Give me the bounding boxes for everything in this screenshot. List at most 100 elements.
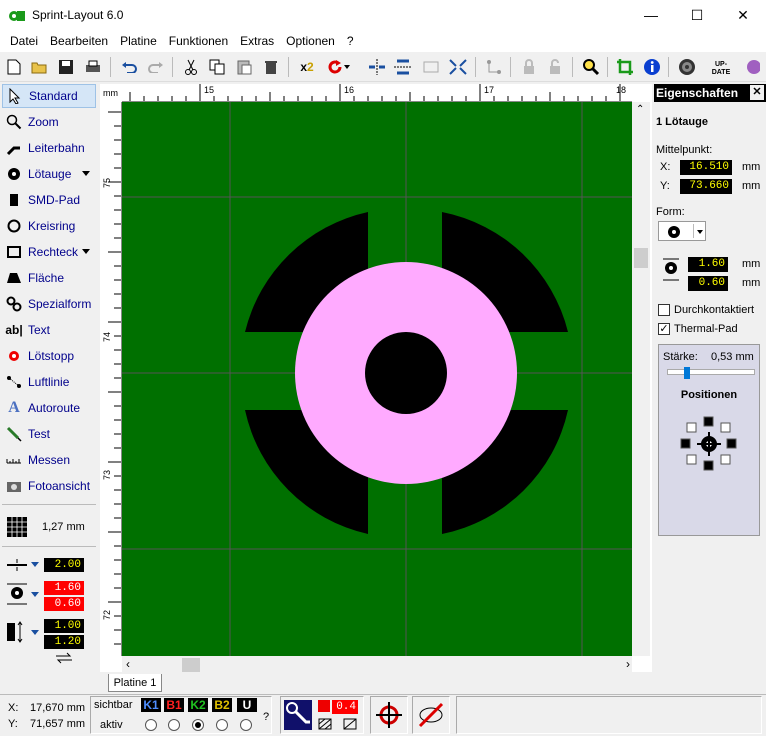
layer-u-radio[interactable]	[240, 719, 252, 731]
hide-airwires-button[interactable]	[412, 696, 450, 734]
mirror-horizontal-button[interactable]	[366, 56, 388, 78]
menu-bearbeiten[interactable]: Bearbeiten	[44, 30, 114, 52]
chevron-down-icon[interactable]	[82, 171, 90, 176]
save-button[interactable]	[55, 56, 77, 78]
slider-thumb[interactable]	[684, 367, 691, 379]
scroll-thumb[interactable]	[634, 248, 648, 268]
positions-selector[interactable]	[679, 415, 739, 473]
pad-outer-field[interactable]: 1.60	[688, 257, 728, 272]
crop-button[interactable]	[614, 56, 636, 78]
scroll-right-icon[interactable]: ›	[626, 657, 630, 671]
menu-extras[interactable]: Extras	[234, 30, 280, 52]
layer-b1-radio[interactable]	[168, 719, 180, 731]
scroll-left-icon[interactable]: ‹	[126, 657, 130, 671]
extra-button[interactable]	[740, 56, 762, 78]
pad-outer-field[interactable]: 1.60	[44, 581, 84, 595]
help-label[interactable]: ?	[263, 711, 269, 723]
delete-button[interactable]	[260, 56, 282, 78]
vertical-scrollbar[interactable]: ⌃	[632, 102, 650, 656]
tool-fotoansicht[interactable]: Fotoansicht	[2, 474, 96, 498]
undo-button[interactable]	[118, 56, 140, 78]
tool-zoom[interactable]: Zoom	[2, 110, 96, 134]
info-button[interactable]	[641, 56, 663, 78]
duplicate-x2-button[interactable]: x2	[296, 56, 318, 78]
tool-test[interactable]: Test	[2, 422, 96, 446]
tool-text[interactable]: ab| Text	[2, 318, 96, 342]
scroll-thumb[interactable]	[182, 658, 200, 672]
layer-k2-toggle[interactable]: K2	[188, 698, 208, 712]
close-button[interactable]: ✕	[720, 0, 766, 30]
open-file-button[interactable]	[28, 56, 50, 78]
track-width-field[interactable]: 2.00	[44, 558, 84, 572]
tool-standard[interactable]: Standard	[2, 84, 96, 108]
menu-funktionen[interactable]: Funktionen	[163, 30, 234, 52]
tool-leiterbahn[interactable]: Leiterbahn	[2, 136, 96, 160]
minimize-button[interactable]: —	[628, 0, 674, 30]
paste-button[interactable]	[233, 56, 255, 78]
x-field[interactable]: 16.510	[680, 160, 732, 175]
strength-slider[interactable]	[667, 367, 755, 379]
pcb-board[interactable]	[122, 102, 632, 656]
layer-u-toggle[interactable]: U	[237, 698, 257, 712]
menu-optionen[interactable]: Optionen	[280, 30, 341, 52]
chevron-down-icon[interactable]	[31, 562, 39, 567]
connection-button[interactable]	[483, 56, 505, 78]
unlock-button[interactable]	[544, 56, 566, 78]
close-icon[interactable]: ✕	[750, 85, 764, 100]
chevron-down-icon[interactable]	[31, 630, 39, 635]
pad-inner-field[interactable]: 0.60	[44, 597, 84, 611]
copy-button[interactable]	[206, 56, 228, 78]
tool-loetstopp[interactable]: Lötstopp	[2, 344, 96, 368]
tool-messen[interactable]: Messen	[2, 448, 96, 472]
tab-platine-1[interactable]: Platine 1	[108, 674, 162, 692]
tool-loetauge[interactable]: Lötauge	[2, 162, 96, 186]
lock-button[interactable]	[518, 56, 540, 78]
menu-datei[interactable]: Datei	[4, 30, 44, 52]
menu-help[interactable]: ?	[341, 30, 360, 52]
tool-spezialform[interactable]: Spezialform	[2, 292, 96, 316]
scroll-up-icon[interactable]: ⌃	[636, 104, 644, 115]
align-button[interactable]	[420, 56, 442, 78]
form-select[interactable]	[658, 221, 706, 241]
library-button[interactable]	[676, 56, 698, 78]
chevron-down-icon[interactable]	[31, 592, 39, 597]
tool-autoroute[interactable]: A Autoroute	[2, 396, 96, 420]
group-button[interactable]	[447, 56, 469, 78]
tool-kreisring[interactable]: Kreisring	[2, 214, 96, 238]
layer-k1-radio[interactable]	[145, 719, 157, 731]
smd-width-field[interactable]: 1.00	[44, 619, 84, 633]
ruler-h-ticks	[129, 84, 621, 101]
zoom-button[interactable]	[580, 56, 602, 78]
tool-flaeche[interactable]: Fläche	[2, 266, 96, 290]
tool-smd-pad[interactable]: SMD-Pad	[2, 188, 96, 212]
print-button[interactable]	[82, 56, 104, 78]
plated-checkbox[interactable]	[658, 304, 670, 316]
thermal-checkbox[interactable]: ✓	[658, 323, 670, 335]
layer-b2-toggle[interactable]: B2	[212, 698, 232, 712]
y-field[interactable]: 73.660	[680, 179, 732, 194]
new-file-button[interactable]	[3, 56, 25, 78]
maximize-button[interactable]: ☐	[674, 0, 720, 30]
update-button[interactable]: UP- DATE	[708, 56, 734, 78]
origin-button[interactable]	[370, 696, 408, 734]
rotate-button[interactable]	[324, 56, 350, 78]
tool-luftlinie[interactable]: Luftlinie	[2, 370, 96, 394]
grid-button[interactable]: 1,27 mm	[2, 514, 96, 540]
chevron-down-icon[interactable]	[82, 249, 90, 254]
menu-platine[interactable]: Platine	[114, 30, 163, 52]
mirror-vertical-button[interactable]	[392, 56, 414, 78]
layer-k1-toggle[interactable]: K1	[141, 698, 161, 712]
smd-height-field[interactable]: 1.20	[44, 635, 84, 649]
swap-icon[interactable]	[54, 652, 74, 664]
layer-k2-radio[interactable]	[192, 719, 204, 731]
redo-button[interactable]	[145, 56, 167, 78]
drill-value-field[interactable]: 0.4	[332, 700, 358, 714]
cut-button[interactable]	[180, 56, 202, 78]
tool-rechteck[interactable]: Rechteck	[2, 240, 96, 264]
horizontal-scrollbar[interactable]: ‹ ›	[122, 656, 632, 674]
connection-layer-icon[interactable]	[284, 700, 312, 730]
pad-inner-field[interactable]: 0.60	[688, 276, 728, 291]
board-drawing[interactable]	[122, 102, 632, 656]
layer-b2-radio[interactable]	[216, 719, 228, 731]
layer-b1-toggle[interactable]: B1	[164, 698, 184, 712]
